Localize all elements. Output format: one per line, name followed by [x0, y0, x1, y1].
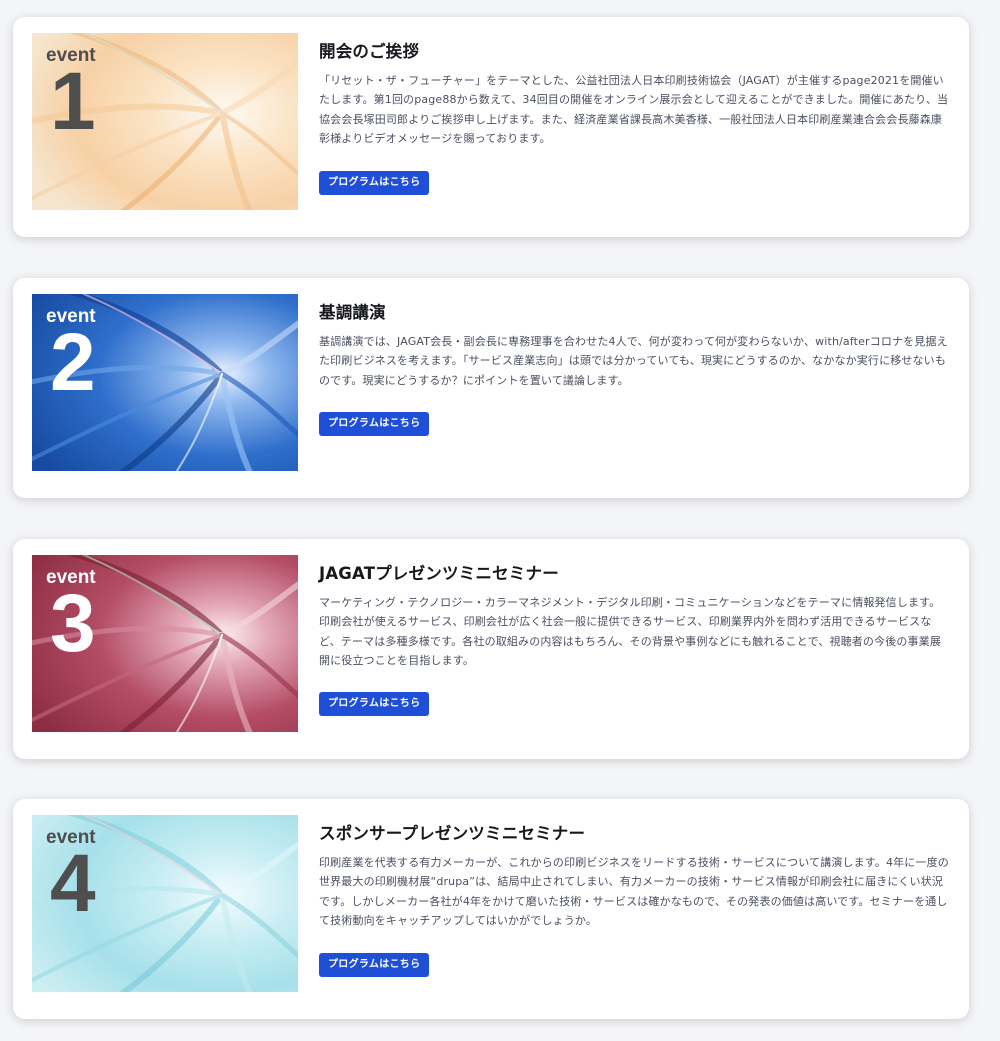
- program-button[interactable]: プログラムはこちら: [319, 171, 430, 195]
- event-badge-number: 1: [50, 56, 96, 147]
- event-content: スポンサープレゼンツミニセミナー 印刷産業を代表する有力メーカーが、これからの印…: [319, 823, 951, 931]
- program-button[interactable]: プログラムはこちら: [319, 953, 430, 977]
- event-badge-number: 3: [50, 578, 96, 669]
- event-title: 開会のご挨拶: [319, 42, 420, 61]
- event-card: event 3 JAGATプレゼンツミニセミナー マーケティング・テクノロジー・…: [13, 539, 969, 759]
- event-thumbnail: event 3: [32, 555, 298, 732]
- event-thumbnail: event 2: [32, 294, 298, 471]
- event-thumbnail: event 1: [32, 33, 298, 210]
- event-description: 印刷産業を代表する有力メーカーが、これからの印刷ビジネスをリードする技術・サービ…: [319, 856, 949, 928]
- event-content: 開会のご挨拶 「リセット・ザ・フューチャー」をテーマとした、公益社団法人日本印刷…: [319, 41, 951, 149]
- program-button[interactable]: プログラムはこちら: [319, 412, 430, 436]
- event-title: 基調講演: [319, 303, 386, 322]
- event-badge-number: 2: [50, 317, 96, 408]
- event-content: JAGATプレゼンツミニセミナー マーケティング・テクノロジー・カラーマネジメン…: [319, 563, 951, 671]
- event-description: マーケティング・テクノロジー・カラーマネジメント・デジタル印刷・コミュニケーショ…: [319, 596, 941, 668]
- event-description: 「リセット・ザ・フューチャー」をテーマとした、公益社団法人日本印刷技術協会（JA…: [319, 74, 949, 146]
- event-title: JAGATプレゼンツミニセミナー: [319, 564, 559, 583]
- event-list: event 1 開会のご挨拶 「リセット・ザ・フューチャー」をテーマとした、公益…: [0, 0, 1000, 1041]
- event-content: 基調講演 基調講演では、JAGAT会長・副会長に専務理事を合わせた4人で、何が変…: [319, 302, 951, 390]
- event-thumbnail: event 4: [32, 815, 298, 992]
- event-title: スポンサープレゼンツミニセミナー: [319, 824, 586, 843]
- event-card: event 1 開会のご挨拶 「リセット・ザ・フューチャー」をテーマとした、公益…: [13, 17, 969, 237]
- event-card: event 2 基調講演 基調講演では、JAGAT会長・副会長に専務理事を合わせ…: [13, 278, 969, 498]
- event-badge-number: 4: [50, 838, 96, 929]
- event-description: 基調講演では、JAGAT会長・副会長に専務理事を合わせた4人で、何が変わって何が…: [319, 335, 948, 387]
- program-button[interactable]: プログラムはこちら: [319, 692, 430, 716]
- event-card: event 4 スポンサープレゼンツミニセミナー 印刷産業を代表する有力メーカー…: [13, 799, 969, 1019]
